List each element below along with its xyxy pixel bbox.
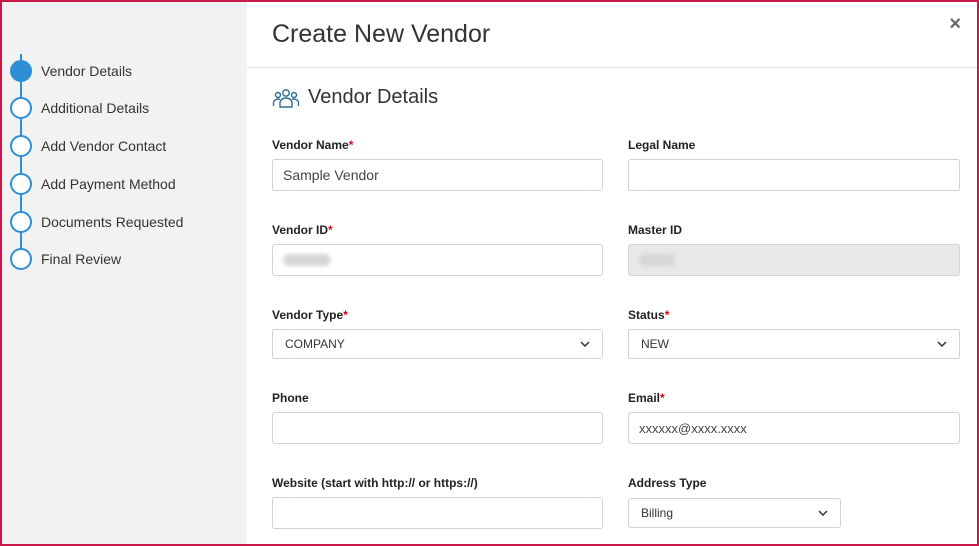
email-label: Email* — [628, 391, 665, 405]
step-label: Documents Requested — [41, 214, 184, 230]
label-text: Email — [628, 391, 661, 405]
vendor-id-label: Vendor ID* — [272, 223, 333, 237]
master-id-input — [628, 244, 960, 276]
step-indicator-icon — [10, 60, 32, 82]
modal-main: Create New Vendor × Vendor Details Vendo… — [247, 2, 977, 544]
input-value: xxxxxx@xxxx.xxxx — [639, 420, 747, 436]
step-label: Add Payment Method — [41, 176, 176, 192]
section-header: Vendor Details — [272, 86, 438, 109]
step-label: Additional Details — [41, 100, 150, 116]
label-text: Vendor ID — [272, 223, 329, 237]
step-indicator-icon — [10, 211, 32, 233]
header-divider — [247, 67, 977, 68]
phone-input[interactable] — [272, 412, 603, 444]
required-mark: * — [343, 308, 348, 322]
chevron-down-icon — [580, 341, 590, 347]
input-value: Sample Vendor — [283, 167, 379, 183]
users-icon — [272, 88, 300, 108]
status-select[interactable]: NEW — [628, 329, 960, 359]
required-mark: * — [660, 391, 665, 405]
required-mark: * — [328, 223, 333, 237]
stepper-sidebar: Vendor Details Additional Details Add Ve… — [2, 2, 247, 544]
step-documents-requested[interactable]: Documents Requested — [10, 211, 183, 233]
address-type-label: Address Type — [628, 476, 707, 490]
website-input[interactable] — [272, 497, 603, 529]
vendor-type-label: Vendor Type* — [272, 308, 348, 322]
step-indicator-icon — [10, 173, 32, 195]
legal-name-label: Legal Name — [628, 138, 696, 152]
website-label: Website (start with http:// or https://) — [272, 476, 478, 490]
create-vendor-modal: Vendor Details Additional Details Add Ve… — [0, 0, 979, 546]
vendor-name-input[interactable]: Sample Vendor — [272, 159, 603, 191]
section-title: Vendor Details — [308, 86, 439, 108]
step-label: Add Vendor Contact — [41, 138, 167, 154]
modal-title: Create New Vendor — [272, 20, 491, 48]
redacted-value — [283, 254, 331, 266]
required-mark: * — [664, 308, 670, 322]
address-type-select[interactable]: Billing — [628, 498, 841, 528]
phone-label: Phone — [272, 391, 309, 405]
step-vendor-details[interactable]: Vendor Details — [10, 60, 132, 82]
step-indicator-icon — [10, 135, 32, 157]
chevron-down-icon — [818, 510, 828, 516]
step-indicator-icon — [10, 97, 32, 119]
vendor-name-label: Vendor Name* — [272, 138, 353, 152]
chevron-down-icon — [937, 341, 947, 347]
step-indicator-icon — [10, 248, 32, 270]
redacted-value — [639, 254, 675, 266]
step-final-review[interactable]: Final Review — [10, 248, 121, 270]
select-value: COMPANY — [285, 337, 345, 351]
vendor-type-select[interactable]: COMPANY — [272, 329, 603, 359]
step-label: Vendor Details — [41, 63, 133, 79]
label-text: Vendor Name — [272, 138, 349, 152]
step-add-vendor-contact[interactable]: Add Vendor Contact — [10, 135, 166, 157]
vendor-id-input[interactable] — [272, 244, 603, 276]
step-additional-details[interactable]: Additional Details — [10, 97, 149, 119]
legal-name-input[interactable] — [628, 159, 960, 191]
select-value: Billing — [641, 506, 674, 520]
label-text: Status — [628, 308, 665, 322]
label-text: Vendor Type — [272, 308, 344, 322]
select-value: NEW — [641, 337, 669, 351]
step-label: Final Review — [41, 251, 122, 267]
status-label: Status* — [628, 308, 669, 322]
close-icon[interactable]: × — [949, 14, 961, 34]
step-add-payment-method[interactable]: Add Payment Method — [10, 173, 176, 195]
email-input[interactable]: xxxxxx@xxxx.xxxx — [628, 412, 960, 444]
master-id-label: Master ID — [628, 223, 683, 237]
required-mark: * — [348, 138, 354, 152]
